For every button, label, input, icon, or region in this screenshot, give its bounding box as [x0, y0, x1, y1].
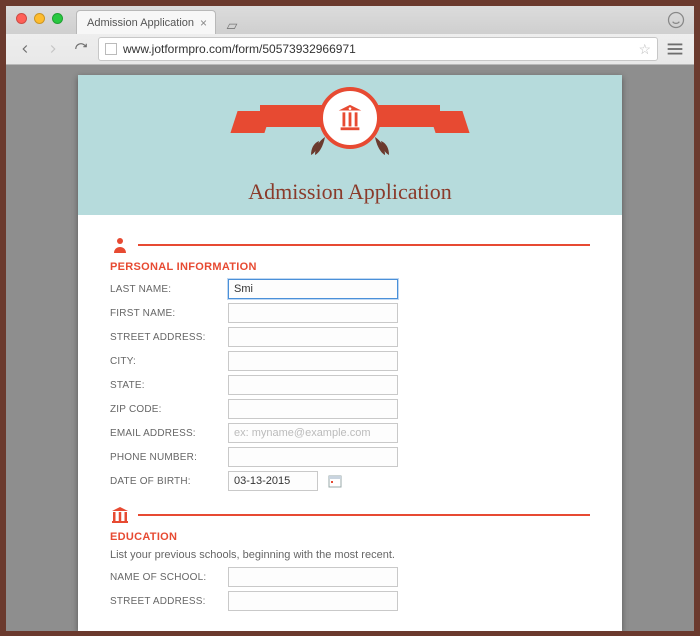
browser-toolbar: ☆ — [6, 34, 694, 64]
label-edu-street-address: STREET ADDRESS: — [110, 596, 220, 607]
label-last-name: LAST NAME: — [110, 284, 220, 295]
forward-button[interactable] — [42, 38, 64, 60]
label-first-name: FIRST NAME: — [110, 308, 220, 319]
maximize-window-button[interactable] — [52, 13, 63, 24]
input-zip[interactable] — [228, 399, 398, 419]
page-viewport: Admission Application PERSONAL INFORMATI… — [6, 65, 694, 631]
section-title-education: EDUCATION — [110, 531, 590, 543]
building-icon — [110, 505, 130, 525]
label-zip: ZIP CODE: — [110, 404, 220, 415]
label-school-name: NAME OF SCHOOL: — [110, 572, 220, 583]
label-phone: PHONE NUMBER: — [110, 452, 220, 463]
section-note-education: List your previous schools, beginning wi… — [110, 549, 590, 561]
input-first-name[interactable] — [228, 303, 398, 323]
form-header: Admission Application — [78, 75, 622, 215]
address-bar[interactable]: ☆ — [98, 37, 658, 61]
input-phone[interactable] — [228, 447, 398, 467]
tab-title: Admission Application — [87, 17, 194, 29]
calendar-icon[interactable] — [328, 474, 342, 488]
crest-icon — [319, 87, 381, 149]
tab-bar: Admission Application × ▱ — [6, 6, 694, 34]
input-city[interactable] — [228, 351, 398, 371]
browser-chrome: Admission Application × ▱ ☆ — [6, 6, 694, 65]
close-window-button[interactable] — [16, 13, 27, 24]
browser-tab[interactable]: Admission Application × — [76, 10, 216, 34]
input-email[interactable] — [228, 423, 398, 443]
form-body: PERSONAL INFORMATION LAST NAME: FIRST NA… — [78, 215, 622, 631]
label-email: EMAIL ADDRESS: — [110, 428, 220, 439]
section-divider-personal — [110, 235, 590, 255]
browser-menu-icon[interactable] — [664, 38, 686, 60]
minimize-window-button[interactable] — [34, 13, 45, 24]
input-edu-street-address[interactable] — [228, 591, 398, 611]
form-title: Admission Application — [248, 179, 452, 205]
site-info-icon[interactable] — [105, 43, 117, 55]
person-icon — [110, 235, 130, 255]
close-tab-icon[interactable]: × — [200, 17, 207, 29]
label-dob: DATE OF BIRTH: — [110, 476, 220, 487]
input-dob[interactable] — [228, 471, 318, 491]
back-button[interactable] — [14, 38, 36, 60]
input-school-name[interactable] — [228, 567, 398, 587]
browser-profile-icon[interactable] — [666, 10, 686, 30]
reload-button[interactable] — [70, 38, 92, 60]
input-state[interactable] — [228, 375, 398, 395]
label-state: STATE: — [110, 380, 220, 391]
input-street-address[interactable] — [228, 327, 398, 347]
window-controls — [16, 13, 63, 24]
new-tab-button[interactable]: ▱ — [222, 16, 242, 34]
form-page: Admission Application PERSONAL INFORMATI… — [78, 75, 622, 631]
label-city: CITY: — [110, 356, 220, 367]
bookmark-icon[interactable]: ☆ — [638, 41, 651, 58]
section-divider-education — [110, 505, 590, 525]
section-title-personal: PERSONAL INFORMATION — [110, 261, 590, 273]
label-street-address: STREET ADDRESS: — [110, 332, 220, 343]
input-last-name[interactable] — [228, 279, 398, 299]
url-input[interactable] — [123, 42, 632, 56]
